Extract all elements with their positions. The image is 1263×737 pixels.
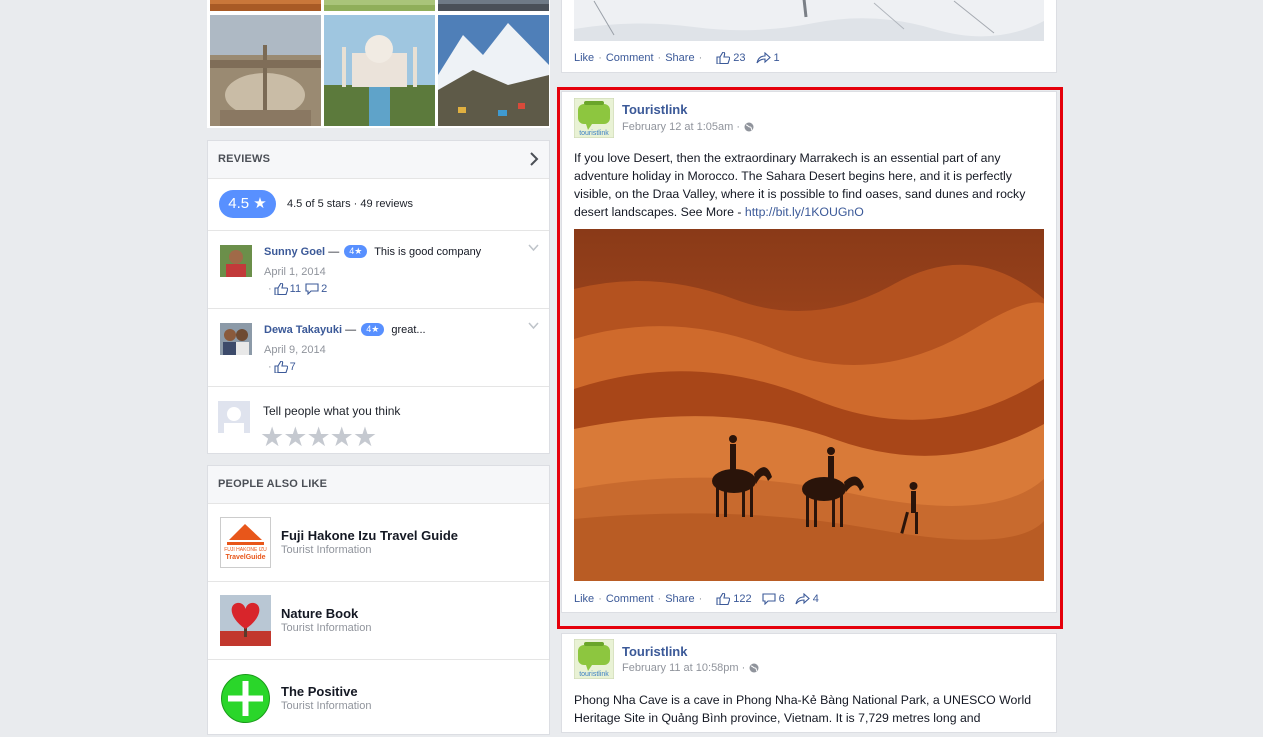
photo-grid	[207, 0, 550, 128]
review-rating-badge: 4★	[361, 323, 385, 336]
photo-desert-thumb[interactable]	[210, 0, 321, 11]
review-text: great...	[391, 324, 426, 336]
page-category: Tourist Information	[281, 622, 372, 634]
photo-himalaya-camp[interactable]	[438, 15, 549, 126]
review-stats: · 11 2	[268, 283, 327, 295]
star-icon[interactable]: ★	[330, 422, 354, 453]
thumbs-up-icon[interactable]	[274, 361, 288, 373]
review-text: This is good company	[374, 246, 482, 258]
thumbs-up-icon[interactable]	[274, 283, 288, 295]
post-actions: Like · Comment · Share · 23 1	[574, 52, 780, 64]
rating-summary-text: 4.5 of 5 stars · 49 reviews	[287, 198, 413, 210]
people-also-like-header: PEOPLE ALSO LIKE	[208, 466, 549, 504]
chevron-down-icon[interactable]	[528, 322, 539, 330]
feed-post-previous: Like · Comment · Share · 23 1	[561, 0, 1057, 73]
reviewer-name[interactable]: Dewa Takayuki	[264, 324, 342, 336]
review-item: Dewa Takayuki — 4★ great... April 9, 201…	[208, 309, 549, 387]
page-thumbnail[interactable]	[220, 595, 271, 646]
reviews-title: REVIEWS	[218, 153, 271, 165]
post-image[interactable]	[574, 0, 1044, 41]
people-also-like-card: PEOPLE ALSO LIKE FUJI HAKONE IZU TravelG…	[207, 465, 550, 735]
separator-dash: —	[328, 246, 340, 258]
avatar[interactable]	[220, 245, 252, 277]
comment-icon[interactable]	[305, 283, 319, 295]
photo-vatican[interactable]	[210, 15, 321, 126]
like-count[interactable]: 23	[733, 52, 745, 64]
review-like-count[interactable]: 7	[290, 361, 296, 373]
star-icon[interactable]: ★	[353, 422, 377, 453]
separator-dot: ·	[268, 283, 272, 295]
share-arrow-icon[interactable]	[755, 52, 771, 64]
comment-button[interactable]: Comment	[606, 52, 654, 64]
rating-summary: 4.5 ★ 4.5 of 5 stars · 49 reviews	[208, 179, 549, 231]
page-name[interactable]: The Positive	[281, 684, 358, 699]
photo-field-thumb[interactable]	[324, 0, 435, 11]
highlight-frame	[557, 87, 1063, 629]
star-rating-input[interactable]: ★ ★ ★ ★ ★	[260, 422, 377, 453]
reviews-header[interactable]: REVIEWS	[208, 141, 549, 179]
share-button[interactable]: Share	[665, 52, 694, 64]
page-thumbnail[interactable]	[220, 673, 271, 724]
share-count[interactable]: 1	[774, 52, 780, 64]
review-stats: · 7	[268, 361, 296, 373]
star-icon[interactable]: ★	[260, 422, 284, 453]
logo-text: TravelGuide	[225, 554, 265, 561]
page-category: Tourist Information	[281, 700, 372, 712]
reviews-card: REVIEWS 4.5 ★ 4.5 of 5 stars · 49 review…	[207, 140, 550, 454]
star-icon[interactable]: ★	[283, 422, 307, 453]
avatar-placeholder	[218, 401, 250, 433]
page-thumbnail[interactable]: FUJI HAKONE IZU TravelGuide	[220, 517, 271, 568]
review-comment-count[interactable]: 2	[321, 283, 327, 295]
thumbs-up-icon[interactable]	[716, 52, 731, 64]
review-like-count[interactable]: 11	[290, 283, 301, 295]
people-also-like-title: PEOPLE ALSO LIKE	[218, 478, 328, 490]
review-date[interactable]: April 1, 2014	[264, 266, 326, 278]
review-date[interactable]: April 9, 2014	[264, 344, 326, 356]
page-category: Tourist Information	[281, 544, 372, 556]
list-item[interactable]: Nature Book Tourist Information	[208, 581, 549, 659]
photo-mountain-thumb[interactable]	[438, 0, 549, 11]
star-icon[interactable]: ★	[306, 422, 330, 453]
photo-taj-mahal[interactable]	[324, 15, 435, 126]
page-name[interactable]: Nature Book	[281, 606, 358, 621]
logo-text: FUJI HAKONE IZU	[224, 547, 267, 553]
review-item: Sunny Goel — 4★ This is good company Apr…	[208, 231, 549, 309]
page-name[interactable]: Touristlink	[622, 644, 687, 659]
like-button[interactable]: Like	[574, 52, 594, 64]
feed-post-next: touristlink Touristlink February 11 at 1…	[561, 633, 1057, 733]
post-text: Phong Nha Cave is a cave in Phong Nha-Kẻ…	[574, 693, 1032, 725]
page-logo[interactable]: touristlink	[574, 639, 614, 679]
review-rating-badge: 4★	[344, 245, 368, 258]
rating-score-badge: 4.5 ★	[219, 190, 276, 218]
chevron-down-icon[interactable]	[528, 244, 539, 252]
logo-text: touristlink	[579, 671, 609, 678]
write-review: Tell people what you think ★ ★ ★ ★ ★	[208, 387, 549, 457]
list-item[interactable]: The Positive Tourist Information	[208, 659, 549, 737]
avatar[interactable]	[220, 323, 252, 355]
page-name[interactable]: Fuji Hakone Izu Travel Guide	[281, 528, 458, 543]
separator-dot: ·	[268, 361, 272, 373]
globe-icon[interactable]	[749, 663, 759, 673]
post-timestamp[interactable]: February 11 at 10:58pm ·	[622, 662, 745, 674]
chevron-right-icon[interactable]	[529, 152, 539, 166]
list-item[interactable]: FUJI HAKONE IZU TravelGuide Fuji Hakone …	[208, 504, 549, 581]
reviewer-name[interactable]: Sunny Goel	[264, 246, 325, 258]
separator-dash: —	[345, 324, 357, 336]
write-review-prompt[interactable]: Tell people what you think	[263, 404, 400, 418]
